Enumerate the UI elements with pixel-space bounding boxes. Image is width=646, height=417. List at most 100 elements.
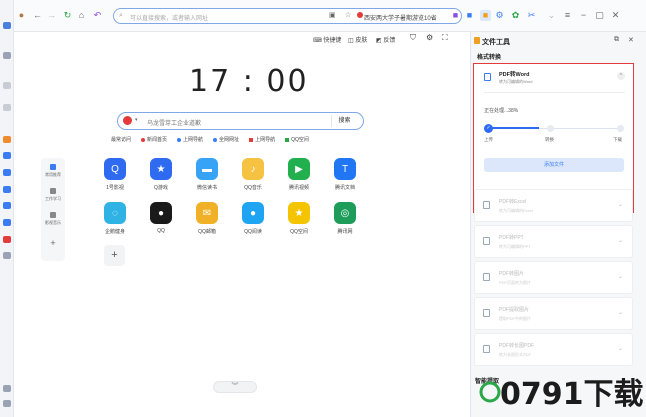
back-icon[interactable]: ← (32, 10, 43, 21)
file-tools-icon[interactable]: ■ (480, 10, 491, 21)
panel-toggle-icon[interactable] (3, 22, 11, 29)
quick-link[interactable]: 新闻首页 (141, 136, 167, 143)
star-icon[interactable]: ☆ (345, 11, 351, 19)
tencent-news-icon: ◎ (334, 202, 356, 224)
close-icon[interactable]: ✕ (610, 10, 621, 21)
new-tab-page: ⌨ 快捷键 ◫ 皮肤 ◩ 反馈 ⛉ ⚙ ⛶ 17 : 00 ▾ 乌龙雪芽工企业道… (14, 32, 470, 417)
app-icon-orange[interactable] (3, 136, 11, 143)
tool-card[interactable]: PDF转Excel 转为可编辑的Excel ⌄ (474, 189, 633, 222)
scissors-icon[interactable]: ✂ (526, 10, 537, 21)
qzone-icon (285, 137, 290, 142)
app-tile[interactable]: ◎ 腾讯网 (323, 202, 367, 235)
category-work[interactable]: 工作学习 (41, 188, 65, 202)
extension-icon-purple[interactable]: ■ (450, 10, 461, 21)
restore-icon[interactable]: ▢ (594, 10, 605, 21)
minimize-icon[interactable]: − (578, 10, 589, 21)
category-media[interactable]: 影视音乐 (41, 212, 65, 226)
nav-icon (177, 137, 182, 142)
app-icon-blue-3[interactable] (3, 186, 11, 193)
app-tile[interactable]: ● QQ阅读 (231, 202, 275, 235)
skin-label: 皮肤 (355, 38, 368, 44)
scroll-down-button[interactable]: ︾ (213, 381, 257, 393)
chevron-down-icon[interactable]: ⌄ (618, 309, 623, 316)
quick-link[interactable]: QQ空间 (285, 136, 309, 143)
chevron-down-icon[interactable]: ⌄ (618, 201, 623, 208)
briefcase-icon (50, 188, 56, 194)
screenshot-icon[interactable]: ▣ (329, 11, 336, 19)
pdf-file-icon (483, 237, 490, 245)
leaf-icon[interactable]: ✿ (510, 10, 521, 21)
refresh-icon[interactable]: ↻ (62, 10, 73, 21)
menu-icon[interactable]: ≡ (562, 10, 573, 21)
app-tile[interactable]: ▶ 腾讯视频 (277, 158, 321, 191)
extension-icon-blue[interactable]: ■ (464, 10, 475, 21)
app-label: 微信读书 (196, 185, 217, 191)
app-icon-blue[interactable] (3, 152, 11, 159)
expand-icon[interactable]: ⛶ (442, 33, 448, 43)
undo-icon[interactable]: ↶ (92, 10, 103, 21)
category-label: 工作学习 (45, 196, 61, 201)
app-tile[interactable]: Q 1号影视 (93, 158, 137, 191)
popout-icon[interactable]: ⧉ (614, 36, 619, 44)
pdf-file-icon (483, 345, 490, 353)
skin-link[interactable]: ◫ 皮肤 (348, 35, 367, 44)
app-icon-gray[interactable] (3, 252, 11, 259)
dropdown-icon[interactable]: ⌄ (546, 10, 557, 21)
app-icon-blue-2[interactable] (3, 169, 11, 176)
quick-link[interactable]: 全网网址 (213, 136, 239, 143)
app-icon-red[interactable] (3, 236, 11, 243)
puzzle-icon[interactable]: ⚙ (494, 10, 505, 21)
search-box[interactable]: ▾ 乌龙雪芽工企业道歉 搜索 (117, 112, 364, 130)
quick-link[interactable]: 最常访问 (111, 136, 131, 143)
app-tile[interactable]: ★ QQ空间 (277, 202, 321, 235)
app-label: QQ空间 (290, 229, 308, 235)
app-tile[interactable]: ◌ 企鹅健身 (93, 202, 137, 235)
avatar[interactable]: ● (16, 10, 27, 21)
app-tile[interactable]: ▬ 微信读书 (185, 158, 229, 191)
tool-card[interactable]: PDF转长图PDF 转为长图形式PDF ⌄ (474, 333, 633, 366)
card-title: PDF转长图PDF (499, 343, 535, 349)
close-panel-icon[interactable]: ✕ (628, 36, 634, 44)
search-placeholder: 乌龙雪芽工企业道歉 (147, 121, 202, 127)
hot-search-text[interactable]: 西安两大学子暑期游览10省 (364, 13, 437, 22)
chevron-down-icon[interactable]: ⌄ (618, 237, 623, 244)
forward-icon[interactable]: → (46, 10, 57, 21)
tool-card[interactable]: PDF转PPT 转为可编辑的PPT ⌄ (474, 225, 633, 258)
bookmark-icon[interactable] (3, 82, 11, 89)
app-icon-blue-4[interactable] (3, 202, 11, 209)
settings-icon[interactable] (3, 385, 11, 392)
home-icon[interactable]: ⌂ (76, 10, 87, 21)
app-tile[interactable]: ✉ QQ邮箱 (185, 202, 229, 235)
tshirt-icon[interactable]: ⛉ (410, 33, 416, 43)
app-tile[interactable]: ● QQ (139, 202, 183, 234)
app-tile[interactable]: T 腾讯文档 (323, 158, 367, 191)
tool-card[interactable]: PDF转图片 PDF页面转为图片 ⌄ (474, 261, 633, 294)
quick-link[interactable]: 上网导航 (177, 136, 203, 143)
card-title: PDF转图片 (499, 271, 525, 277)
history-icon[interactable] (3, 104, 11, 111)
quick-link[interactable]: 上网导航 (249, 136, 275, 143)
grid-icon[interactable] (3, 52, 11, 59)
search-engine-icon[interactable] (123, 116, 132, 125)
bubble-icon: ◌ (104, 202, 126, 224)
menu-icon[interactable] (3, 400, 11, 407)
app-tile[interactable]: ♪ QQ音乐 (231, 158, 275, 191)
chevron-down-icon[interactable]: ⌄ (618, 345, 623, 352)
category-recommend[interactable]: 常用推荐 (41, 164, 65, 178)
chevron-down-icon[interactable]: ▾ (135, 117, 138, 123)
shortcut-label: 快捷键 (323, 38, 342, 44)
address-bar[interactable]: ⌕ 可以直接搜索，或者输入网址 ▣ ☆ 西安两大学子暑期游览10省 (113, 8, 462, 24)
search-button[interactable]: 搜索 (331, 115, 357, 127)
step-dot (547, 125, 554, 132)
add-category-button[interactable]: + (41, 238, 65, 248)
chevron-down-icon[interactable]: ⌄ (618, 273, 623, 280)
collapse-icon[interactable]: ⌃ (617, 72, 625, 80)
add-app-button[interactable]: + (104, 245, 125, 266)
app-icon-blue-5[interactable] (3, 219, 11, 226)
shortcut-link[interactable]: ⌨ 快捷键 (313, 35, 341, 44)
feedback-link[interactable]: ◩ 反馈 (376, 35, 395, 44)
tool-card[interactable]: PDF提取图片 提取PDF中的图片 ⌄ (474, 297, 633, 330)
gear-icon[interactable]: ⚙ (426, 33, 433, 42)
add-file-button[interactable]: 添加文件 (484, 158, 624, 172)
app-tile[interactable]: ★ Q游戏 (139, 158, 183, 191)
